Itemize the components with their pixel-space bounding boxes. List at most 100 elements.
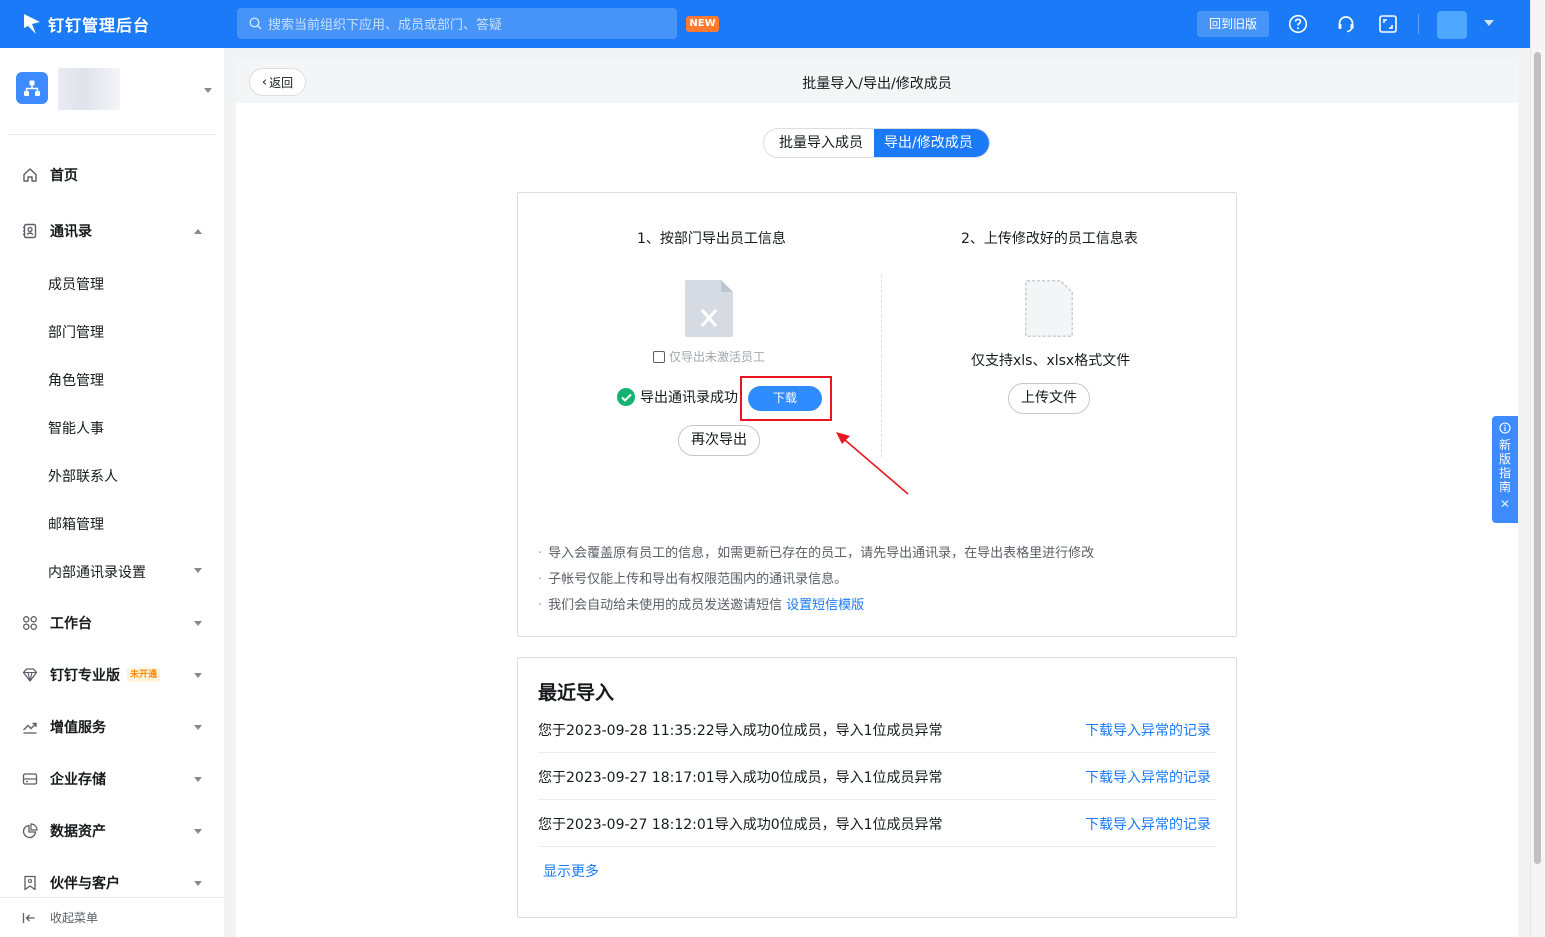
download-highlight-box: 下载 (740, 376, 832, 421)
back-to-old-version-button[interactable]: 回到旧版 (1197, 11, 1269, 37)
list-item: 您于2023-09-27 18:17:01导入成功0位成员，导入1位成员异常 下… (538, 753, 1216, 800)
apps-icon (21, 614, 39, 632)
search-placeholder: 搜索当前组织下应用、成员或部门、答疑 (268, 18, 503, 33)
note-item: · 导入会覆盖原有员工的信息，如需更新已存在的员工，请先导出通讯录，在导出表格里进… (538, 546, 1095, 561)
search-icon (249, 17, 262, 30)
file-icon (1025, 280, 1073, 337)
sidebar-item-label: 增值服务 (50, 720, 106, 736)
note-item: · 子帐号仅能上传和导出有权限范围内的通讯录信息。 (538, 572, 848, 587)
user-avatar[interactable] (1437, 11, 1467, 39)
check-circle-icon (617, 388, 635, 406)
sidebar-item-label: 企业存储 (50, 772, 106, 788)
collapse-label: 收起菜单 (50, 911, 99, 925)
upload-file-button[interactable]: 上传文件 (1008, 383, 1090, 414)
recent-imports-title: 最近导入 (538, 682, 615, 704)
sidebar-item-label: 钉钉专业版 (50, 668, 120, 684)
sidebar-subitem-smart-hr[interactable]: 智能人事 (48, 418, 104, 438)
download-error-record-link[interactable]: 下载导入异常的记录 (1085, 767, 1211, 787)
tab-export-modify[interactable]: 导出/修改成员 (874, 129, 989, 157)
unactivated-only-checkbox[interactable] (653, 350, 665, 363)
sidebar-item-value-added[interactable]: 增值服务 (0, 709, 224, 745)
import-record-text: 您于2023-09-27 18:12:01导入成功0位成员，导入1位成员异常 (538, 817, 943, 833)
download-error-record-link[interactable]: 下载导入异常的记录 (1085, 720, 1211, 740)
show-more-link[interactable]: 显示更多 (543, 861, 599, 881)
chevron-up-icon (194, 228, 202, 234)
mode-tabs: 批量导入成员 导出/修改成员 (763, 128, 990, 158)
sidebar-item-data-assets[interactable]: 数据资产 (0, 813, 224, 849)
collapse-menu-button[interactable]: 收起菜单 (0, 897, 224, 937)
chevron-down-icon[interactable] (204, 88, 212, 93)
sidebar-divider (8, 134, 216, 135)
org-name-redacted (58, 68, 120, 110)
contacts-icon (21, 222, 39, 240)
storage-icon (21, 770, 39, 788)
page-header: ‹ 返回 批量导入/导出/修改成员 (236, 60, 1518, 103)
sidebar-subitem-roles[interactable]: 角色管理 (48, 370, 104, 390)
sidebar-item-label: 数据资产 (50, 824, 106, 840)
close-icon[interactable]: ✕ (1500, 498, 1510, 510)
sidebar-item-pro-edition[interactable]: 钉钉专业版 未开通 (0, 657, 224, 693)
sidebar-item-storage[interactable]: 企业存储 (0, 761, 224, 797)
step1-title: 1、按部门导出员工信息 (637, 231, 786, 247)
sidebar: 首页 通讯录 成员管理 部门管理 角色管理 智能人事 外部联系人 邮箱管理 内部… (0, 48, 224, 937)
list-item: 您于2023-09-28 11:35:22导入成功0位成员，导入1位成员异常 下… (538, 706, 1216, 753)
chevron-down-icon (194, 828, 202, 834)
sidebar-subitem-internal-contacts-settings[interactable]: 内部通讯录设置 (48, 562, 146, 582)
chevron-down-icon[interactable] (1484, 20, 1494, 26)
help-icon[interactable] (1288, 14, 1308, 34)
note-item: · 我们会自动给未使用的成员发送邀请短信 设置短信模版 (538, 598, 865, 613)
diamond-icon (21, 666, 39, 684)
import-record-text: 您于2023-09-27 18:17:01导入成功0位成员，导入1位成员异常 (538, 770, 943, 786)
export-again-button[interactable]: 再次导出 (678, 425, 760, 456)
list-item: 您于2023-09-27 18:12:01导入成功0位成员，导入1位成员异常 下… (538, 800, 1216, 847)
org-tree-icon (24, 80, 40, 96)
info-icon (1499, 422, 1511, 434)
main-content: ‹ 返回 批量导入/导出/修改成员 批量导入成员 导出/修改成员 1、按部门导出… (236, 60, 1518, 937)
sidebar-subitem-departments[interactable]: 部门管理 (48, 322, 104, 342)
not-activated-badge: 未开通 (127, 668, 161, 682)
excel-file-icon (685, 280, 733, 337)
home-icon (21, 166, 39, 184)
org-switcher[interactable] (16, 68, 120, 110)
chevron-down-icon (194, 620, 202, 626)
top-bar: 钉钉管理后台 搜索当前组织下应用、成员或部门、答疑 NEW 回到旧版 (0, 0, 1530, 48)
trend-icon (21, 718, 39, 736)
topbar-divider (1418, 14, 1419, 34)
tab-batch-import[interactable]: 批量导入成员 (764, 129, 874, 157)
export-success-text: 导出通讯录成功 (640, 390, 738, 406)
download-button[interactable]: 下载 (748, 386, 822, 411)
sidebar-item-home[interactable]: 首页 (0, 157, 224, 193)
page-title: 批量导入/导出/修改成员 (802, 76, 952, 92)
sidebar-subitem-mailbox[interactable]: 邮箱管理 (48, 514, 104, 534)
unactivated-only-label: 仅导出未激活员工 (669, 350, 766, 364)
scrollbar-thumb[interactable] (1534, 52, 1541, 864)
unactivated-only-option[interactable]: 仅导出未激活员工 (653, 348, 765, 365)
org-icon (16, 72, 48, 104)
new-version-guide-tab[interactable]: 新版指南 ✕ (1492, 416, 1518, 523)
annotation-arrow-icon (836, 432, 909, 495)
sidebar-item-label: 伙伴与客户 (50, 876, 120, 892)
notes-list: · 导入会覆盖原有员工的信息，如需更新已存在的员工，请先导出通讯录，在导出表格里进… (538, 541, 1094, 619)
sidebar-subitem-members[interactable]: 成员管理 (48, 274, 104, 294)
headset-icon[interactable] (1336, 14, 1356, 34)
chevron-down-icon (194, 776, 202, 782)
app-title: 钉钉管理后台 (48, 16, 151, 35)
app-logo[interactable]: 钉钉管理后台 (22, 12, 150, 36)
export-modify-panel: 1、按部门导出员工信息 2、上传修改好的员工信息表 仅导出未激活员工 导出通讯录… (517, 192, 1237, 637)
chevron-down-icon (194, 672, 202, 678)
sidebar-subitem-external-contacts[interactable]: 外部联系人 (48, 466, 118, 486)
dingtalk-logo-icon (24, 14, 40, 34)
sidebar-item-contacts[interactable]: 通讯录 (0, 213, 224, 249)
chevron-down-icon[interactable] (194, 568, 202, 573)
search-input[interactable]: 搜索当前组织下应用、成员或部门、答疑 (237, 8, 677, 39)
sidebar-item-label: 首页 (50, 168, 78, 184)
sms-template-link[interactable]: 设置短信模版 (786, 598, 864, 613)
sidebar-item-workbench[interactable]: 工作台 (0, 605, 224, 641)
download-error-record-link[interactable]: 下载导入异常的记录 (1085, 814, 1211, 834)
sidebar-item-partners[interactable]: 伙伴与客户 (0, 865, 224, 901)
chevron-down-icon (194, 724, 202, 730)
fullscreen-icon[interactable] (1378, 14, 1398, 34)
recent-imports-panel: 最近导入 您于2023-09-28 11:35:22导入成功0位成员，导入1位成… (517, 657, 1237, 918)
pie-icon (21, 822, 39, 840)
sidebar-item-label: 通讯录 (50, 224, 92, 240)
